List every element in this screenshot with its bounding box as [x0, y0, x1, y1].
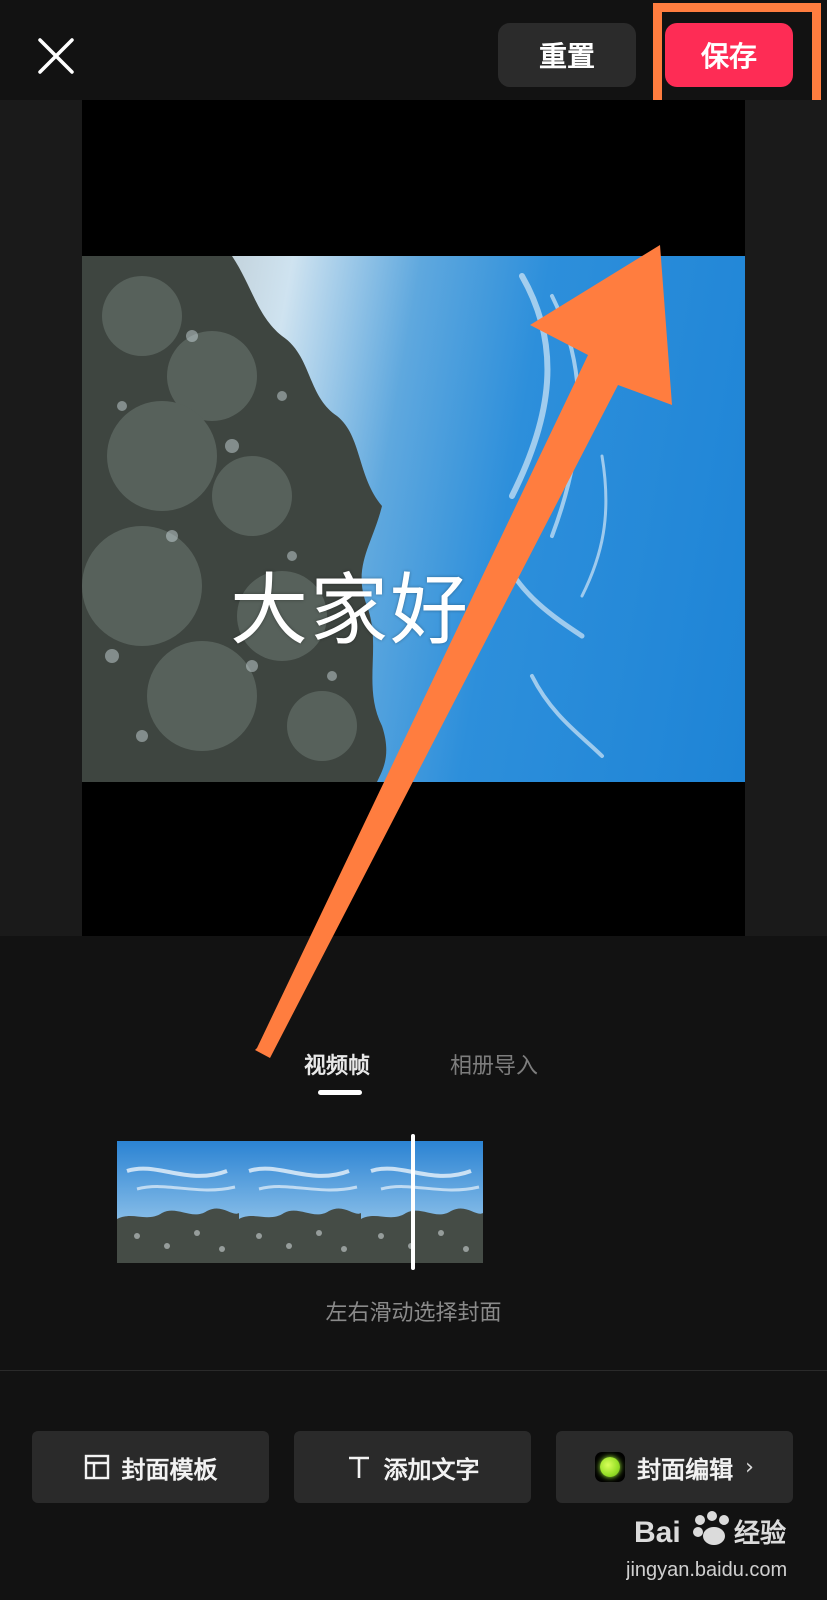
green-dot-icon	[595, 1452, 626, 1482]
close-icon	[36, 36, 76, 76]
tab-video-frame[interactable]: 视频帧	[304, 1048, 370, 1080]
cover-edit-button[interactable]: 封面编辑 ›	[556, 1431, 793, 1503]
chevron-right-icon: ›	[745, 1454, 754, 1480]
frame-filmstrip[interactable]	[117, 1141, 483, 1263]
film-frame	[361, 1141, 483, 1263]
add-text-label: 添加文字	[383, 1455, 480, 1484]
add-text-button[interactable]: 添加文字	[294, 1431, 531, 1503]
cover-template-label: 封面模板	[121, 1455, 218, 1484]
film-frame	[239, 1141, 361, 1263]
tab-album-import[interactable]: 相册导入	[450, 1048, 538, 1080]
text-t-icon	[346, 1454, 372, 1480]
cover-edit-label: 封面编辑	[637, 1455, 734, 1484]
divider	[0, 1370, 827, 1371]
frame-scrubber-handle[interactable]	[411, 1134, 415, 1270]
active-tab-indicator	[318, 1090, 362, 1095]
cover-template-button[interactable]: 封面模板	[32, 1431, 269, 1503]
video-frame-image: 大家好	[82, 256, 745, 782]
svg-text:jingyan.baidu.com: jingyan.baidu.com	[626, 1559, 787, 1581]
film-frame	[117, 1141, 239, 1263]
template-layout-icon	[84, 1454, 110, 1480]
preview-area: 大家好	[0, 100, 827, 936]
swipe-hint-text: 左右滑动选择封面	[325, 1301, 502, 1326]
cover-title-text[interactable]: 大家好	[230, 548, 470, 660]
save-button[interactable]: 保存	[665, 23, 793, 87]
svg-text:经验: 经验	[734, 1518, 786, 1549]
cover-preview-canvas[interactable]: 大家好	[82, 100, 745, 936]
reset-button[interactable]: 重置	[498, 23, 636, 87]
baidu-watermark: Bai 经验 jingyan.baidu.com	[625, 1498, 816, 1588]
cover-editor-screen: 重置 保存 大家好 视频帧 相册导入 左右滑动选择封面 封面模板 添加文字 封面…	[0, 0, 827, 1600]
close-button[interactable]	[30, 30, 82, 82]
svg-text:Bai: Bai	[634, 1516, 681, 1549]
